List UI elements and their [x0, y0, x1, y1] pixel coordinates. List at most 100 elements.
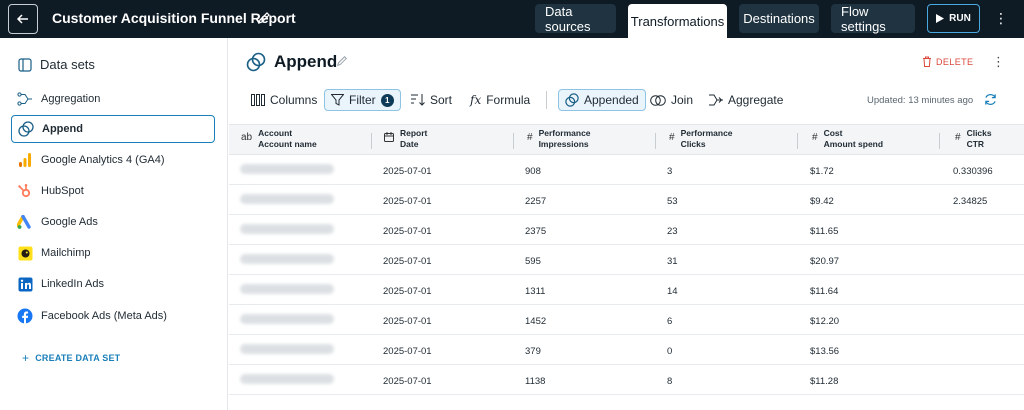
- sidebar-item-mailchimp[interactable]: Mailchimp: [11, 239, 215, 267]
- tab-flow-settings[interactable]: Flow settings: [831, 4, 915, 34]
- column-group-label: Clicks: [966, 128, 992, 138]
- sidebar-item-aggregation[interactable]: Aggregation: [11, 85, 215, 113]
- table-row[interactable]: 2025-07-01 1138 8 $11.28: [229, 365, 1024, 395]
- tab-data-sources[interactable]: Data sources: [535, 4, 616, 34]
- sidebar-item-label: LinkedIn Ads: [41, 278, 104, 290]
- join-button[interactable]: Join: [650, 89, 693, 111]
- columns-label: Columns: [270, 93, 318, 107]
- top-bar: Customer Acquisition Funnel Report Data …: [0, 0, 1024, 38]
- redacted-account-name: [240, 344, 334, 354]
- google-ads-icon: [17, 214, 33, 230]
- cell-date: 2025-07-01: [383, 226, 432, 237]
- pencil-icon[interactable]: [257, 11, 271, 25]
- cell-date: 2025-07-01: [383, 286, 432, 297]
- more-options-icon[interactable]: ⋮: [994, 10, 1008, 27]
- column-header-date[interactable]: Report Date: [384, 128, 427, 154]
- sidebar-item-linkedin-ads[interactable]: LinkedIn Ads: [11, 270, 215, 298]
- more-options-icon[interactable]: ⋮: [992, 54, 1005, 70]
- panel-icon[interactable]: [18, 57, 32, 72]
- column-name-label: Clicks: [680, 139, 706, 149]
- cell-amount-spend: $11.64: [810, 286, 839, 297]
- table-row[interactable]: 2025-07-01 379 0 $13.56: [229, 335, 1024, 365]
- redacted-account-name: [240, 164, 334, 174]
- appended-button[interactable]: Appended: [558, 89, 646, 111]
- sidebar-item-label: Google Analytics 4 (GA4): [41, 154, 165, 166]
- cell-impressions: 2375: [525, 226, 547, 237]
- cell-date: 2025-07-01: [383, 346, 432, 357]
- run-button[interactable]: RUN: [927, 4, 980, 33]
- sort-button[interactable]: Sort: [411, 89, 452, 111]
- pencil-icon[interactable]: [336, 55, 348, 67]
- redacted-account-name: [240, 194, 334, 204]
- calendar-icon: [384, 132, 394, 145]
- tab-transformations[interactable]: Transformations: [628, 4, 727, 38]
- filter-button[interactable]: Filter 1: [324, 89, 401, 111]
- cell-ctr: 0.330396: [953, 166, 993, 177]
- linkedin-icon: [17, 276, 33, 292]
- column-header-amount-spend[interactable]: # Cost Amount spend: [812, 128, 883, 154]
- cell-clicks: 14: [667, 286, 678, 297]
- sidebar-item-hubspot[interactable]: HubSpot: [11, 177, 215, 205]
- column-divider[interactable]: [513, 133, 514, 149]
- sidebar-item-facebook-ads[interactable]: Facebook Ads (Meta Ads): [11, 302, 215, 330]
- back-button[interactable]: [8, 4, 38, 34]
- cell-amount-spend: $9.42: [810, 196, 834, 207]
- hubspot-icon: [17, 183, 33, 199]
- sidebar-item-label: HubSpot: [41, 185, 84, 197]
- columns-icon: [251, 94, 265, 106]
- column-name-label: Impressions: [538, 139, 589, 149]
- filter-icon: [331, 94, 344, 106]
- append-icon: [18, 121, 34, 137]
- column-divider[interactable]: [939, 133, 940, 149]
- cell-amount-spend: $20.97: [810, 256, 840, 267]
- table-row[interactable]: 2025-07-01 1311 14 $11.64: [229, 275, 1024, 305]
- number-type-icon: #: [527, 132, 533, 143]
- formula-button[interactable]: fx Formula: [470, 89, 530, 111]
- sidebar-item-google-ads[interactable]: Google Ads: [11, 208, 215, 236]
- play-icon: [936, 14, 945, 23]
- column-group-label: Report: [400, 128, 428, 138]
- updated-timestamp: Updated: 13 minutes ago: [867, 95, 974, 106]
- trash-icon: [923, 56, 931, 67]
- cell-impressions: 908: [525, 166, 541, 177]
- mailchimp-icon: [17, 245, 33, 261]
- table-row[interactable]: 2025-07-01 1452 6 $12.20: [229, 305, 1024, 335]
- column-header-ctr[interactable]: # Clicks CTR: [955, 128, 992, 154]
- number-type-icon: #: [669, 132, 675, 143]
- refresh-icon[interactable]: [984, 93, 997, 106]
- sidebar-item-append[interactable]: Append: [11, 115, 215, 143]
- formula-icon: fx: [470, 93, 482, 107]
- delete-button[interactable]: DELETE: [922, 56, 973, 67]
- cell-clicks: 8: [667, 376, 673, 387]
- delete-label: DELETE: [936, 56, 974, 67]
- redacted-account-name: [240, 314, 334, 324]
- column-header-account-name[interactable]: ab Account Account name: [241, 128, 317, 154]
- columns-button[interactable]: Columns: [251, 89, 317, 111]
- tab-destinations[interactable]: Destinations: [739, 4, 819, 33]
- create-data-set-button[interactable]: + CREATE DATA SET: [22, 351, 120, 365]
- join-label: Join: [671, 93, 694, 107]
- redacted-account-name: [240, 224, 334, 234]
- sort-icon: [411, 94, 425, 106]
- aggregate-button[interactable]: Aggregate: [709, 89, 783, 111]
- sidebar-item-google-analytics[interactable]: Google Analytics 4 (GA4): [11, 146, 215, 174]
- table-row[interactable]: 2025-07-01 595 31 $20.97: [229, 245, 1024, 275]
- appended-label: Appended: [584, 93, 639, 107]
- column-header-impressions[interactable]: # Performance Impressions: [527, 128, 591, 154]
- column-group-label: Performance: [538, 128, 591, 138]
- sidebar-heading: Data sets: [40, 57, 95, 72]
- aggregation-icon: [17, 91, 33, 107]
- table-row[interactable]: 2025-07-01 2257 53 $9.42 2.34825: [229, 185, 1024, 215]
- aggregate-label: Aggregate: [728, 93, 784, 107]
- column-divider[interactable]: [655, 133, 656, 149]
- column-divider[interactable]: [797, 133, 798, 149]
- table-row[interactable]: 2025-07-01 2375 23 $11.65: [229, 215, 1024, 245]
- column-divider[interactable]: [371, 133, 372, 149]
- filter-label: Filter: [349, 93, 376, 107]
- cell-impressions: 1311: [525, 286, 546, 297]
- column-header-clicks[interactable]: # Performance Clicks: [669, 128, 733, 154]
- toolbar-divider: [546, 91, 547, 109]
- table-row[interactable]: 2025-07-01 908 3 $1.72 0.330396: [229, 155, 1024, 185]
- sidebar-item-label: Append: [42, 123, 83, 135]
- sidebar: Data sets Aggregation Append Google Anal…: [0, 38, 228, 410]
